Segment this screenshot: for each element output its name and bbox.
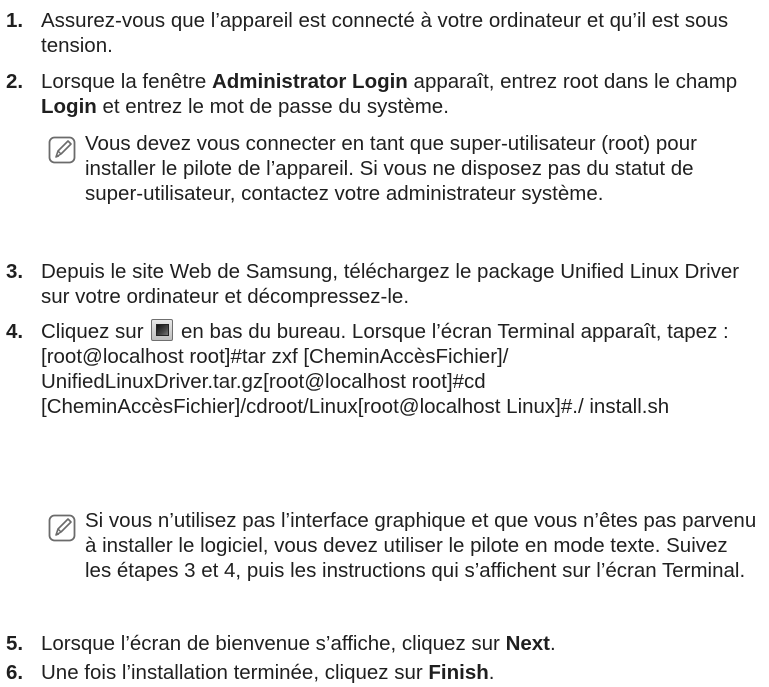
step-text: Cliquez sur en bas du bureau. Lorsque l’… xyxy=(41,319,759,419)
step-number: 6. xyxy=(6,661,24,684)
button-name: Next xyxy=(505,632,551,655)
note-pencil-icon xyxy=(48,514,76,542)
window-name: Administrator Login xyxy=(211,70,408,93)
step-number: 3. xyxy=(6,260,24,283)
step-number: 4. xyxy=(6,320,24,343)
note-text: Vous devez vous connecter en tant que su… xyxy=(85,132,697,205)
field-name: Login xyxy=(41,95,97,118)
step-text: Lorsque l’écran de bienvenue s’affiche, … xyxy=(41,632,556,655)
step-number: 2. xyxy=(6,70,24,93)
command-text: [root@localhost root]#tar zxf [CheminAcc… xyxy=(41,345,670,418)
button-name: Finish xyxy=(428,661,489,684)
step-text: Une fois l’installation terminée, clique… xyxy=(41,661,495,684)
note-pencil-icon xyxy=(48,136,76,164)
step-number: 1. xyxy=(6,9,24,32)
step-text: Depuis le site Web de Samsung, télécharg… xyxy=(41,260,740,308)
step-text: Lorsque la fenêtre Administrator Login a… xyxy=(41,70,738,118)
step-number: 5. xyxy=(6,632,24,655)
step-text: Assurez-vous que l’appareil est connecté… xyxy=(41,9,729,57)
terminal-icon xyxy=(151,319,174,341)
note-text: Si vous n’utilisez pas l’interface graph… xyxy=(85,509,757,582)
